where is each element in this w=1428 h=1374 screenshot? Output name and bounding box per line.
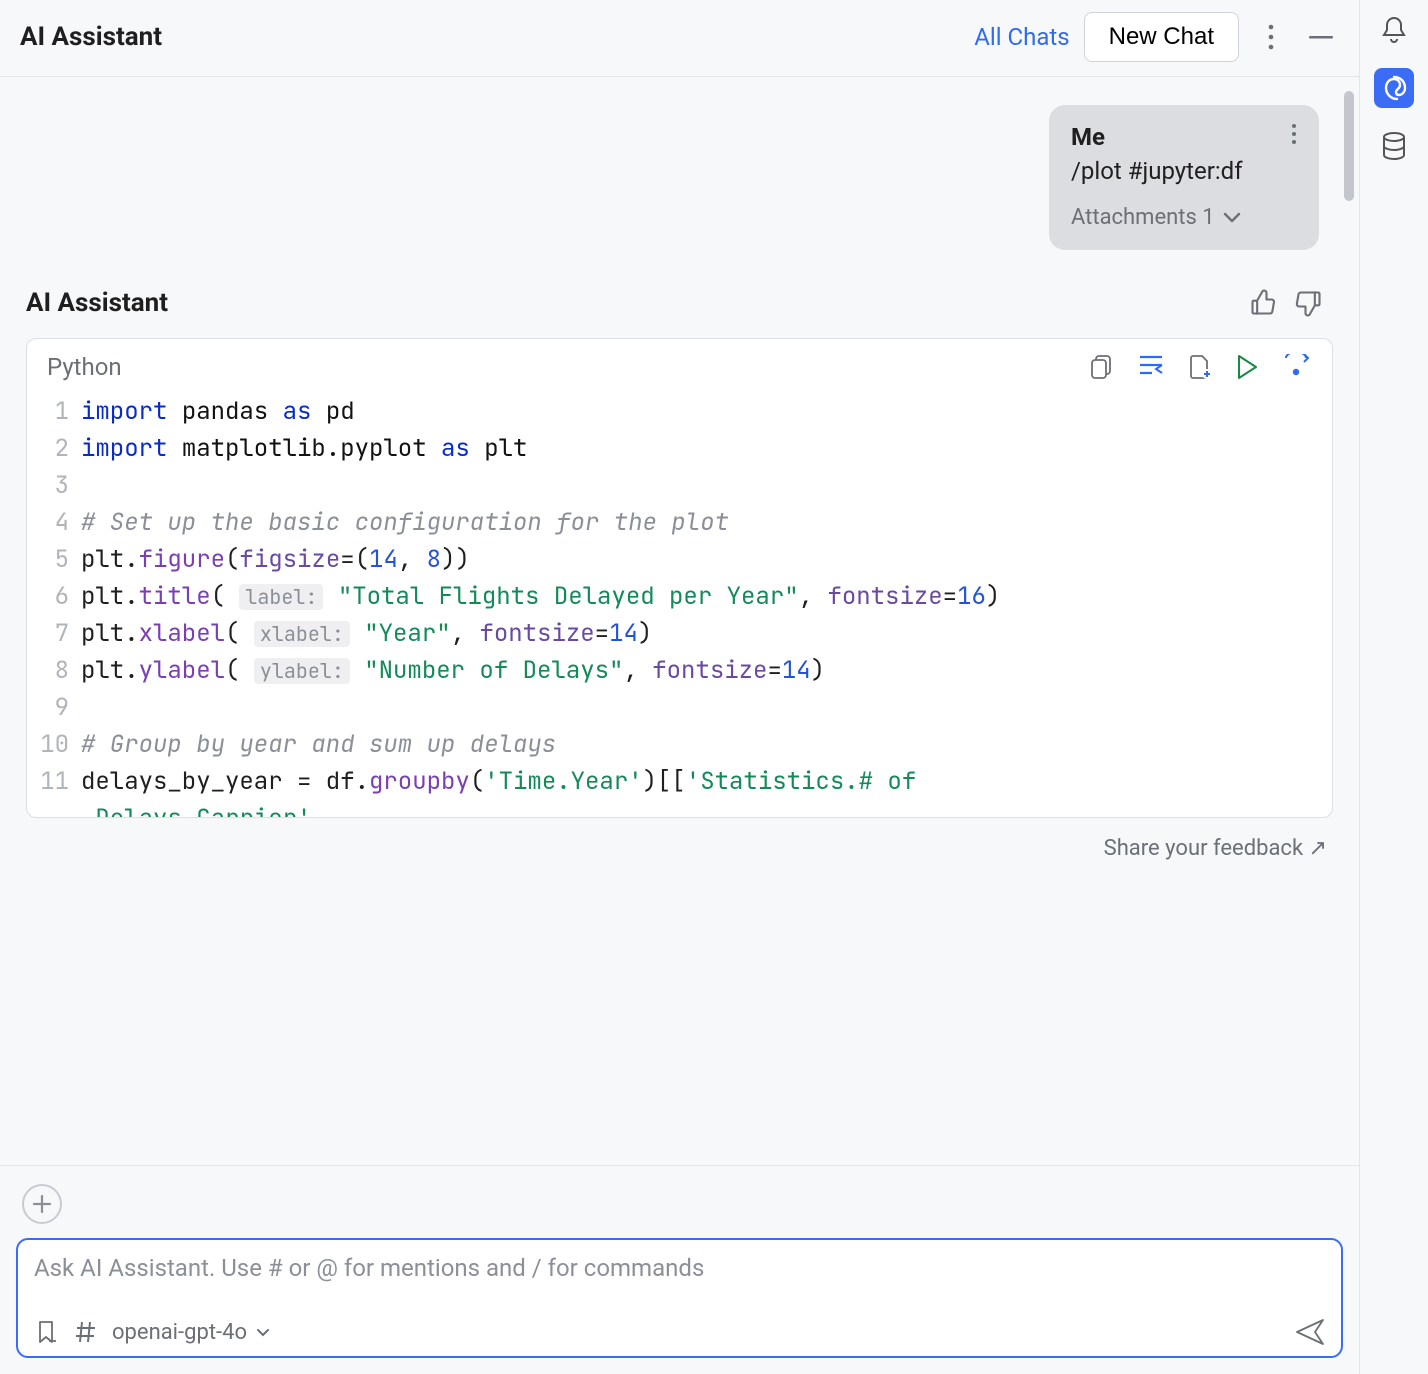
new-file-icon[interactable] xyxy=(1188,354,1212,380)
bookmark-icon[interactable] xyxy=(34,1319,58,1345)
new-chat-button[interactable]: New Chat xyxy=(1084,12,1239,62)
assistant-title: AI Assistant xyxy=(26,288,1249,318)
scrollbar-thumb[interactable] xyxy=(1344,91,1354,201)
message-more-icon[interactable] xyxy=(1291,123,1297,145)
attachments-toggle[interactable]: Attachments 1 xyxy=(1071,205,1297,230)
header-bar: AI Assistant All Chats New Chat xyxy=(0,0,1359,77)
user-message-text: /plot #jupyter:df xyxy=(1071,157,1297,185)
step-run-icon[interactable] xyxy=(1282,354,1310,380)
run-icon[interactable] xyxy=(1236,354,1258,380)
share-feedback-link[interactable]: Share your feedback ↗ xyxy=(0,818,1359,861)
database-icon[interactable] xyxy=(1374,126,1414,166)
add-attachment-button[interactable] xyxy=(22,1184,62,1224)
insert-lines-icon[interactable] xyxy=(1138,354,1164,380)
send-icon[interactable] xyxy=(1295,1318,1325,1346)
user-author-label: Me xyxy=(1071,123,1105,151)
chevron-down-icon xyxy=(256,1328,270,1338)
chat-input-placeholder: Ask AI Assistant. Use # or @ for mention… xyxy=(34,1254,1325,1318)
attachments-label: Attachments 1 xyxy=(1071,205,1215,230)
thumbs-down-icon[interactable] xyxy=(1295,289,1323,317)
notifications-icon[interactable] xyxy=(1374,10,1414,50)
more-icon[interactable] xyxy=(1253,19,1289,55)
ai-assistant-tab-icon[interactable] xyxy=(1374,68,1414,108)
all-chats-link[interactable]: All Chats xyxy=(974,23,1069,51)
chat-input[interactable]: Ask AI Assistant. Use # or @ for mention… xyxy=(16,1238,1343,1358)
right-rail xyxy=(1360,0,1428,1374)
hash-icon[interactable] xyxy=(74,1320,96,1344)
thumbs-up-icon[interactable] xyxy=(1249,289,1277,317)
header-title: AI Assistant xyxy=(20,22,960,52)
code-content[interactable]: import pandas as pd import matplotlib.py… xyxy=(81,393,1332,817)
chevron-down-icon xyxy=(1223,212,1241,224)
code-block: Python xyxy=(26,338,1333,818)
model-selector[interactable]: openai-gpt-4o xyxy=(112,1320,270,1345)
code-gutter: 1 2 3 4 5 6 7 8 9 10 11 xyxy=(27,393,81,817)
user-message-bubble: Me /plot #jupyter:df Attachments 1 xyxy=(1049,105,1319,250)
code-language-label: Python xyxy=(47,353,1070,381)
minimize-icon[interactable] xyxy=(1303,19,1339,55)
copy-icon[interactable] xyxy=(1090,354,1114,380)
chat-body: Me /plot #jupyter:df Attachments 1 AI As… xyxy=(0,77,1359,1165)
